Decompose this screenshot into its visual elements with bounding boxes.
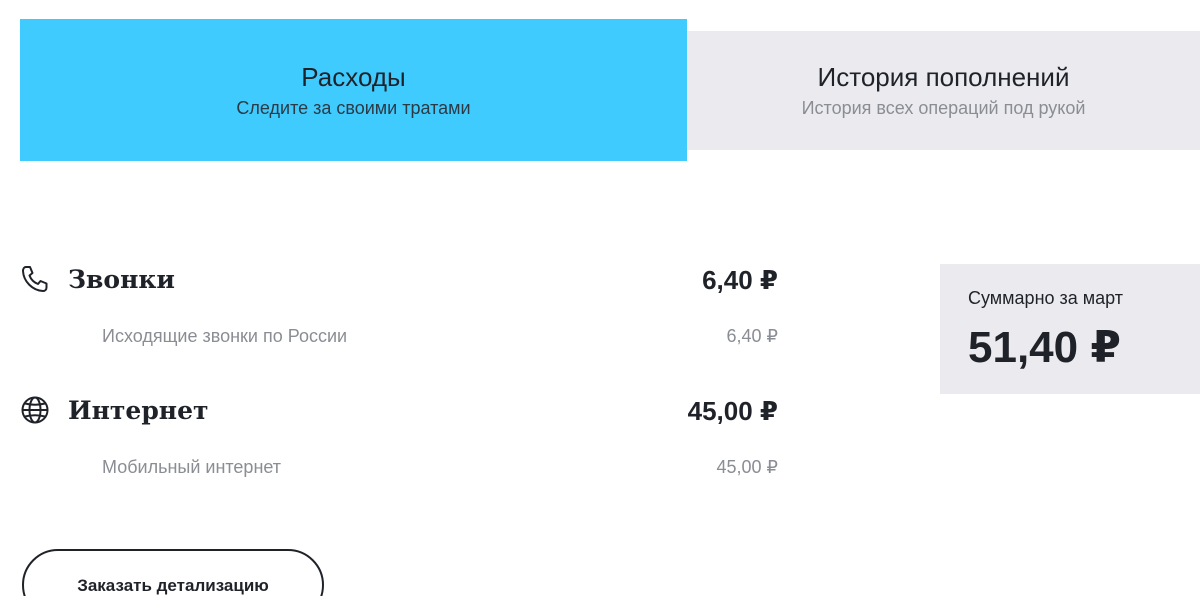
order-details-button-label: Заказать детализацию	[77, 576, 269, 595]
tab-topup-history-subtitle: История всех операций под рукой	[801, 98, 1086, 118]
internet-item-label: Мобильный интернет	[102, 457, 282, 477]
section-internet-title: Интернет	[68, 396, 209, 425]
section-internet: Интернет 45,00 ₽	[20, 395, 780, 427]
section-calls-amount: 6,40 ₽	[702, 265, 778, 295]
list-item: Мобильный интернет 45,00 ₽	[102, 455, 778, 479]
order-details-button[interactable]: Заказать детализацию	[22, 549, 324, 596]
tab-topup-history-title: История пополнений	[817, 62, 1070, 92]
globe-icon	[20, 395, 50, 425]
tab-topup-history[interactable]: История пополнений История всех операций…	[687, 31, 1200, 150]
summary-amount: 51,40 ₽	[968, 323, 1121, 372]
calls-item-amount: 6,40 ₽	[726, 326, 779, 346]
tab-expenses-subtitle: Следите за своими тратами	[236, 98, 471, 118]
calls-item-label: Исходящие звонки по России	[102, 326, 348, 346]
section-internet-amount: 45,00 ₽	[687, 396, 778, 426]
list-item: Исходящие звонки по России 6,40 ₽	[102, 324, 778, 348]
tab-expenses-title: Расходы	[301, 62, 406, 92]
summary-label: Суммарно за март	[968, 288, 1124, 308]
tab-expenses[interactable]: Расходы Следите за своими тратами	[20, 19, 687, 161]
expenses-page: Расходы Следите за своими тратами Истори…	[0, 0, 1200, 596]
section-calls-title: Звонки	[68, 265, 175, 294]
summary-card: Суммарно за март 51,40 ₽	[940, 264, 1200, 394]
phone-icon	[20, 264, 50, 294]
internet-item-amount: 45,00 ₽	[716, 457, 779, 477]
section-calls: Звонки 6,40 ₽	[20, 264, 780, 296]
